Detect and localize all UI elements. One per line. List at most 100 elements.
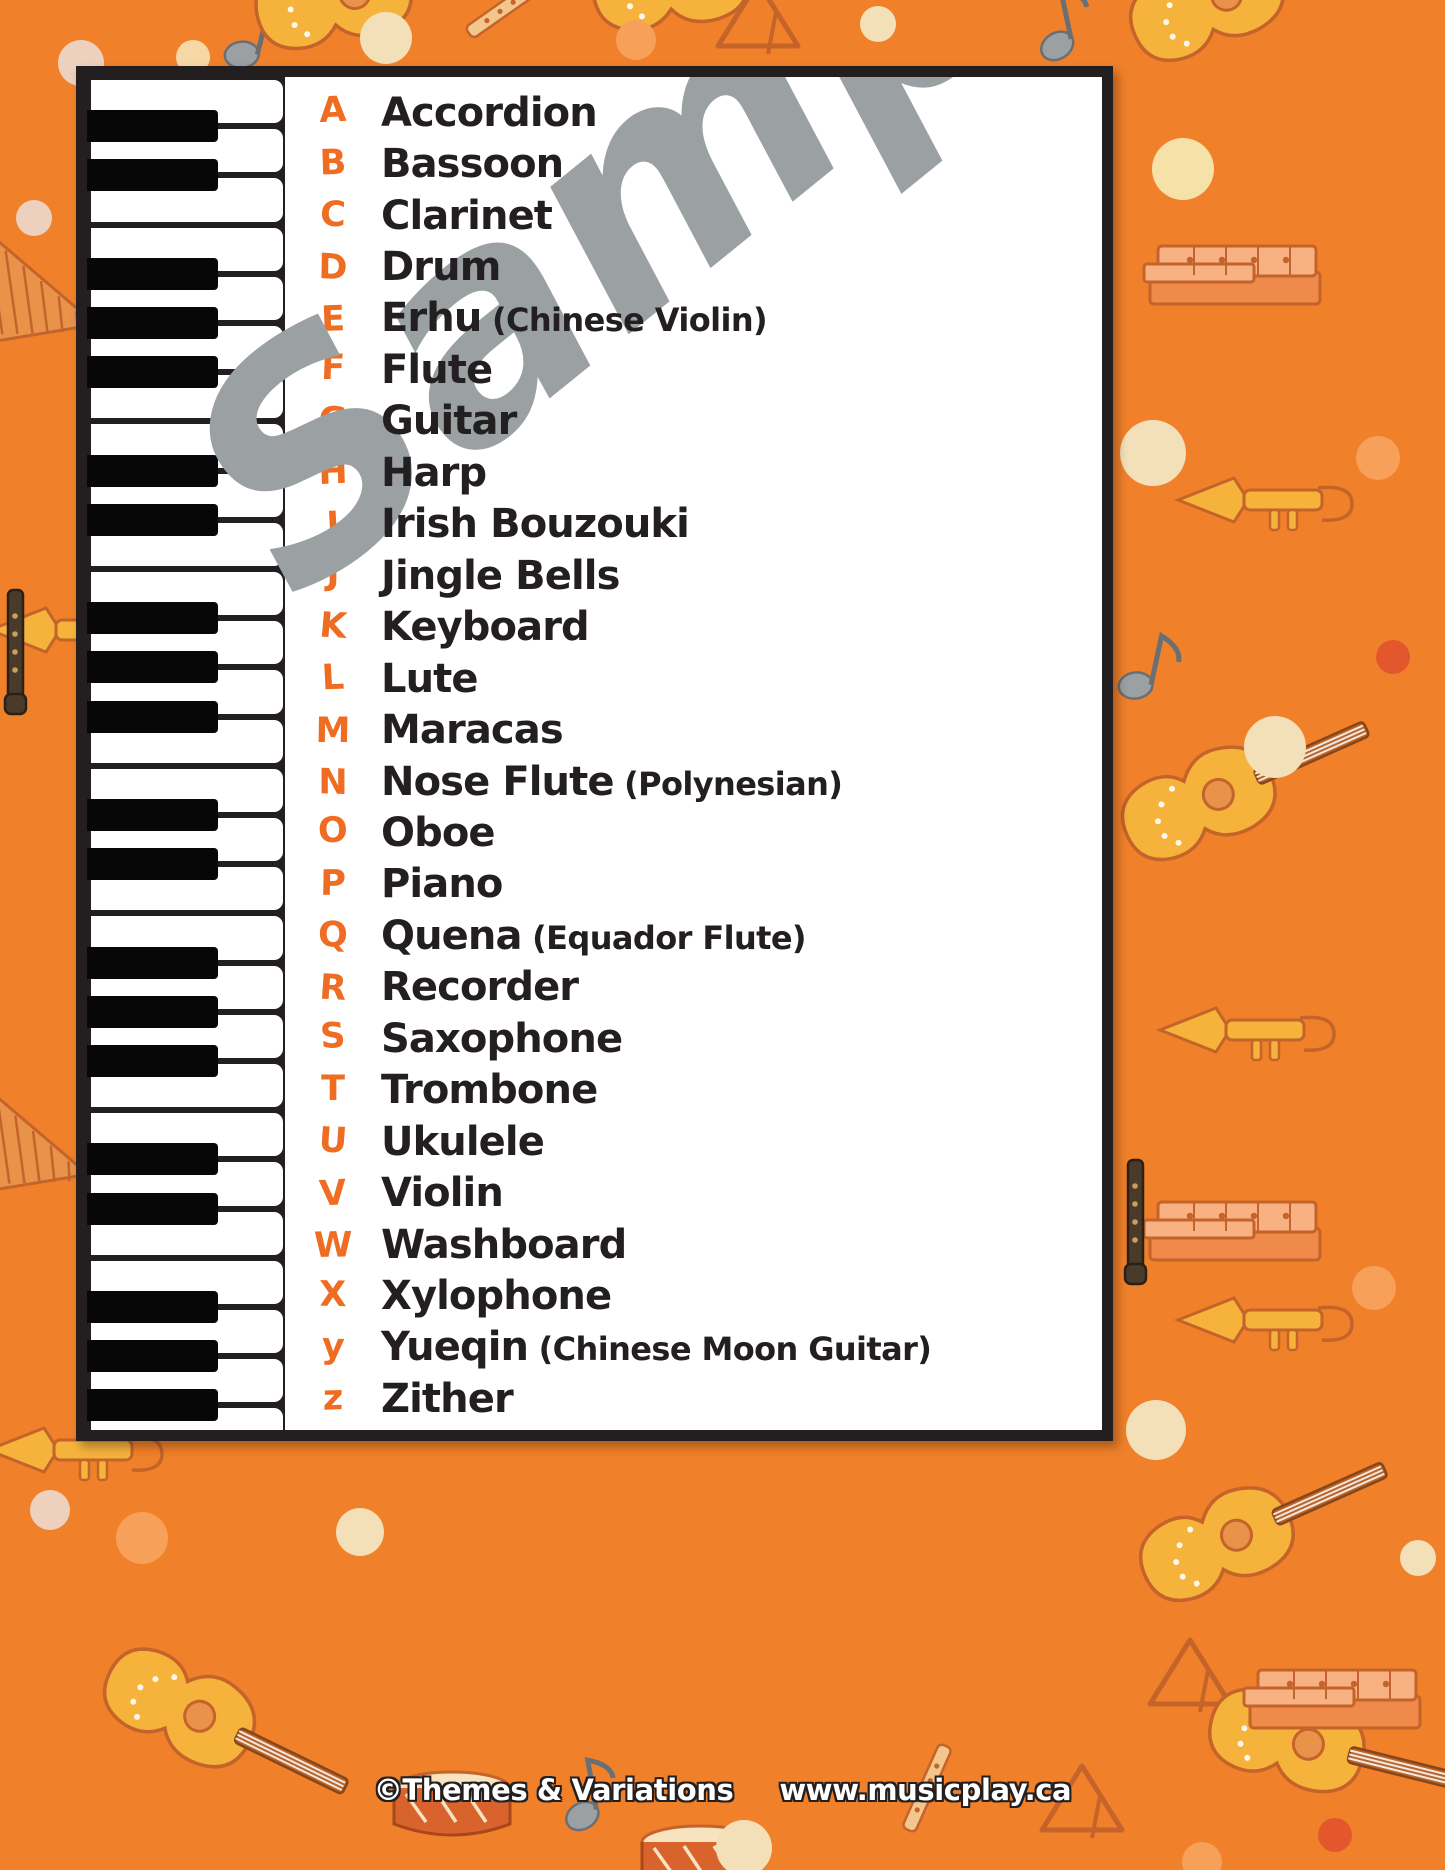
- row-instrument-name: Quena (Equador Flute): [381, 916, 1102, 956]
- instrument-name-main: Xylophone: [381, 1273, 612, 1320]
- row-instrument-name: Violin: [381, 1173, 1102, 1213]
- row-letter: P: [319, 863, 347, 904]
- row-letter: N: [318, 762, 348, 804]
- piano-black-key: [87, 356, 218, 389]
- row-instrument-name: Erhu (Chinese Violin): [381, 298, 1102, 338]
- instrument-name-main: Irish Bouzouki: [381, 501, 690, 548]
- instrument-name-main: Clarinet: [381, 192, 553, 239]
- row-instrument-name: Drum: [381, 247, 1102, 287]
- alphabet-row: E Erhu (Chinese Violin): [285, 293, 1102, 344]
- decor-dot: [1352, 1266, 1396, 1310]
- alphabet-row: D Drum: [285, 241, 1102, 292]
- decor-dot: [360, 12, 412, 64]
- decor-dot: [616, 20, 656, 60]
- piano-black-key: [87, 995, 218, 1028]
- alphabet-row: H Harp: [285, 447, 1102, 498]
- instrument-name-main: Jingle Bells: [381, 552, 620, 599]
- piano-black-key: [87, 257, 218, 290]
- alphabet-row: U Ukulele: [285, 1116, 1102, 1167]
- row-instrument-name: Clarinet: [381, 196, 1102, 236]
- row-letter: S: [318, 1016, 347, 1058]
- decor-dot: [1376, 640, 1410, 674]
- alphabet-row: X Xylophone: [285, 1270, 1102, 1321]
- instrument-name-main: Washboard: [381, 1221, 627, 1268]
- instrument-name-main: Flute: [381, 346, 493, 393]
- alphabet-row: R Recorder: [285, 962, 1102, 1013]
- alphabet-row: G Guitar: [285, 396, 1102, 447]
- alphabet-row: M Maracas: [285, 704, 1102, 755]
- piano-black-key: [87, 454, 218, 487]
- row-instrument-name: Trombone: [381, 1070, 1102, 1110]
- decor-dot: [1356, 436, 1400, 480]
- piano-black-key: [87, 159, 218, 192]
- decor-dot: [1318, 1818, 1352, 1852]
- instrument-name-main: Keyboard: [381, 604, 590, 651]
- row-letter: X: [319, 1274, 347, 1315]
- alphabet-row: C Clarinet: [285, 190, 1102, 241]
- footer-copyright: ©Themes & Variations: [373, 1772, 734, 1807]
- instrument-name-main: Yueqin: [381, 1324, 529, 1371]
- decor-dot: [716, 1820, 772, 1870]
- decor-dot: [1400, 1540, 1436, 1576]
- alphabet-row: V Violin: [285, 1167, 1102, 1218]
- row-letter: C: [319, 194, 347, 236]
- alphabet-row: S Saxophone: [285, 1013, 1102, 1064]
- alphabet-row: O Oboe: [285, 807, 1102, 858]
- row-instrument-name: Maracas: [381, 710, 1102, 750]
- row-letter: E: [320, 299, 346, 340]
- poster-card-frame: A Accordion B Bassoon C Clarinet D Drum E Erhu (C…: [76, 66, 1113, 1441]
- instrument-name-main: Maracas: [381, 707, 564, 754]
- row-letter: z: [322, 1378, 344, 1420]
- row-letter: T: [321, 1068, 345, 1109]
- decor-dot: [16, 200, 52, 236]
- instrument-name-note: (Chinese Violin): [481, 301, 768, 340]
- instrument-name-main: Zither: [381, 1375, 514, 1422]
- piano-black-key: [87, 307, 218, 339]
- row-instrument-name: Harp: [381, 453, 1102, 493]
- instrument-name-main: Trombone: [381, 1067, 598, 1114]
- instrument-name-main: Drum: [381, 244, 501, 291]
- instrument-name-note: (Chinese Moon Guitar): [528, 1330, 932, 1369]
- instrument-alphabet-list: A Accordion B Bassoon C Clarinet D Drum E Erhu (C…: [285, 77, 1102, 1430]
- alphabet-row: A Accordion: [285, 87, 1102, 138]
- poster-card: A Accordion B Bassoon C Clarinet D Drum E Erhu (C…: [87, 77, 1102, 1430]
- decor-dot: [116, 1512, 168, 1564]
- footer-website[interactable]: www.musicplay.ca: [779, 1775, 1071, 1805]
- row-instrument-name: Xylophone: [381, 1276, 1102, 1316]
- alphabet-row: I Irish Bouzouki: [285, 499, 1102, 550]
- row-letter: V: [318, 1172, 348, 1215]
- row-letter: O: [316, 810, 349, 853]
- decor-dot: [30, 1490, 70, 1530]
- row-letter: G: [318, 399, 348, 441]
- piano-black-key: [87, 946, 218, 979]
- alphabet-row: Q Quena (Equador Flute): [285, 910, 1102, 961]
- instrument-name-note: (Equador Flute): [521, 918, 806, 957]
- alphabet-row: T Trombone: [285, 1065, 1102, 1116]
- row-instrument-name: Irish Bouzouki: [381, 504, 1102, 544]
- row-instrument-name: Ukulele: [381, 1122, 1102, 1162]
- instrument-name-main: Saxophone: [381, 1015, 623, 1062]
- row-letter: B: [318, 142, 347, 184]
- decor-dot: [1120, 420, 1186, 486]
- row-letter: R: [318, 967, 348, 1009]
- alphabet-row: y Yueqin (Chinese Moon Guitar): [285, 1322, 1102, 1373]
- row-instrument-name: Bassoon: [381, 144, 1102, 184]
- footer: ©Themes & Variations www.musicplay.ca: [0, 1760, 1445, 1820]
- row-letter: A: [319, 89, 347, 132]
- row-instrument-name: Piano: [381, 864, 1102, 904]
- decor-dot: [860, 6, 896, 42]
- poster-canvas: A Accordion B Bassoon C Clarinet D Drum E Erhu (C…: [0, 0, 1445, 1870]
- piano-black-key: [87, 1192, 218, 1225]
- instrument-name-main: Violin: [381, 1170, 504, 1217]
- alphabet-row: K Keyboard: [285, 602, 1102, 653]
- row-instrument-name: Accordion: [381, 93, 1102, 133]
- alphabet-row: P Piano: [285, 859, 1102, 910]
- row-instrument-name: Saxophone: [381, 1019, 1102, 1059]
- piano-black-key: [87, 1291, 218, 1323]
- piano-black-key: [87, 1143, 218, 1176]
- row-instrument-name: Flute: [381, 350, 1102, 390]
- alphabet-row: N Nose Flute (Polynesian): [285, 756, 1102, 807]
- row-instrument-name: Zither: [381, 1379, 1102, 1419]
- row-letter: W: [313, 1225, 353, 1267]
- alphabet-row: W Washboard: [285, 1219, 1102, 1270]
